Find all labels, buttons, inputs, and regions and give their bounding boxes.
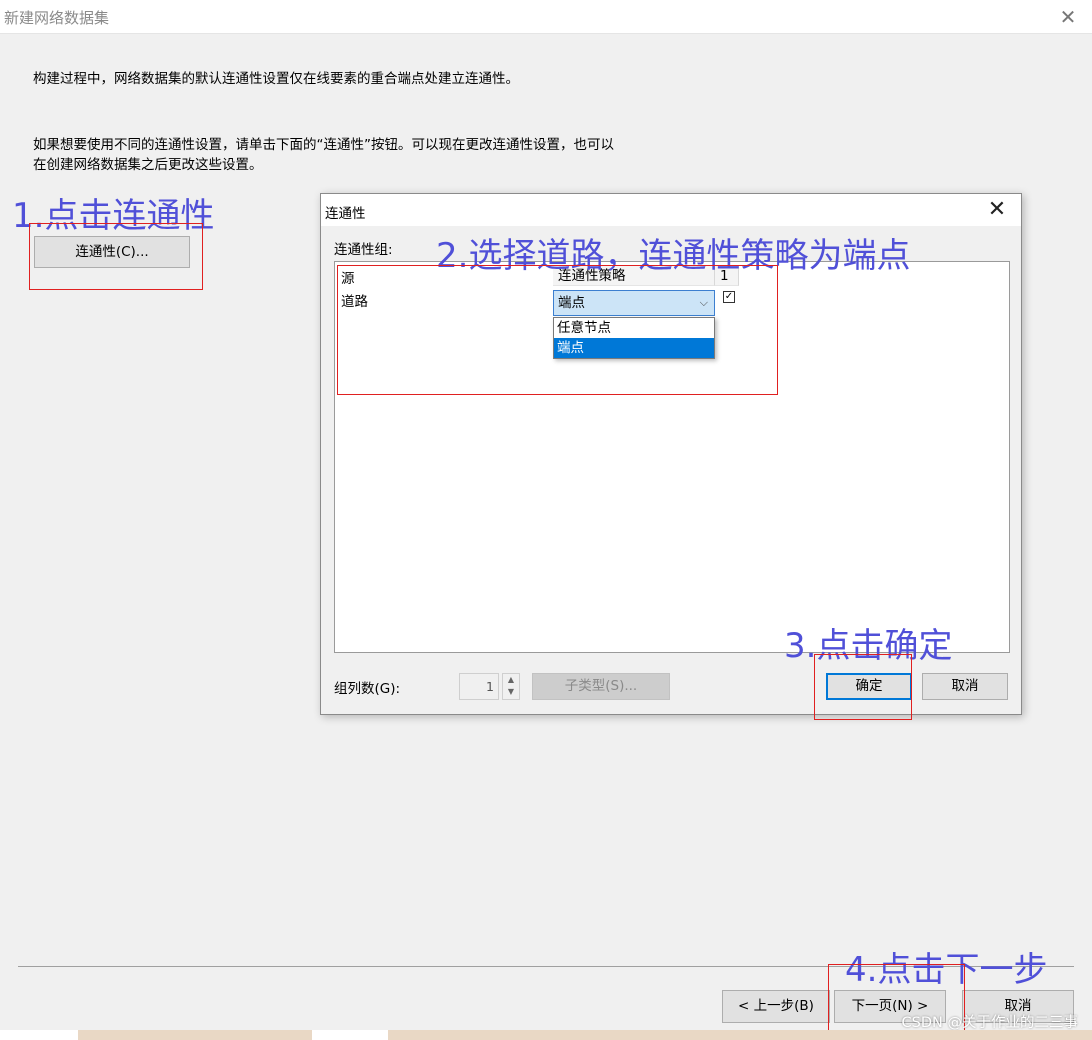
watermark: CSDN @关于作业的二三事 [901, 1015, 1078, 1031]
annotation-box-step3 [814, 654, 912, 720]
dialog-cancel-button[interactable]: 取消 [922, 673, 1008, 700]
taskbar-strip [0, 1030, 1092, 1040]
spin-down-icon[interactable]: ▼ [503, 686, 519, 698]
window-title: 新建网络数据集 [4, 9, 110, 27]
annotation-box-step1 [29, 223, 203, 290]
dialog-title: 连通性 [325, 206, 366, 222]
group-count-stepper[interactable]: ▲ ▼ [502, 673, 520, 700]
window-title-bar: 新建网络数据集 ✕ [0, 0, 1092, 34]
group-count-input[interactable]: 1 [459, 673, 499, 700]
prev-button[interactable]: < 上一步(B) [722, 990, 830, 1023]
annotation-box-step2 [337, 265, 778, 395]
description-change-connectivity: 如果想要使用不同的连通性设置，请单击下面的“连通性”按钮。可以现在更改连通性设置… [33, 137, 614, 173]
description-default-connectivity: 构建过程中，网络数据集的默认连通性设置仅在线要素的重合端点处建立连通性。 [33, 71, 519, 87]
spin-up-icon[interactable]: ▲ [503, 674, 519, 686]
dialog-title-bar: 连通性 ✕ [321, 194, 1021, 226]
group-count-label: 组列数(G): [334, 681, 401, 697]
window-close-icon[interactable]: ✕ [1056, 5, 1080, 29]
connectivity-group-label: 连通性组: [334, 242, 393, 258]
subtype-button[interactable]: 子类型(S)... [532, 673, 670, 700]
dialog-close-icon[interactable]: ✕ [985, 197, 1009, 223]
